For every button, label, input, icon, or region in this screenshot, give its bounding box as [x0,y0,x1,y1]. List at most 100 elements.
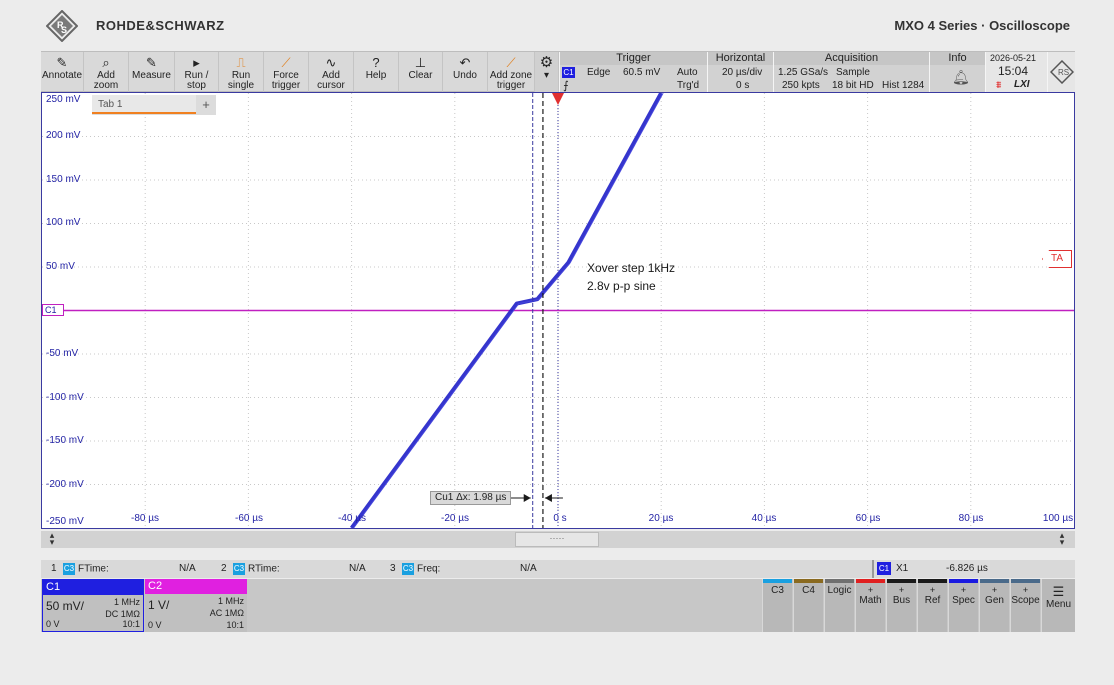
force-trigger-button[interactable]: ⟋ Force trigger [264,52,309,92]
trigger-source: C1 [562,67,575,78]
add-cursor-button[interactable]: ∿ Add cursor [309,52,354,92]
undo-icon: ↶ [459,55,471,70]
y-tick-label: -150 mV [46,435,84,446]
y-tick-label: -100 mV [46,392,84,403]
scroll-up-down-icon[interactable]: ▴ ▾ [47,531,57,547]
meas-2-name: RTime: [248,563,280,575]
c3-button[interactable]: C3 [762,579,792,632]
meas-3-name: Freq: [417,563,441,575]
info-panel[interactable]: Info 🔔︎ [929,52,985,92]
y-tick-label: 100 mV [46,217,81,228]
cursor-delta-arrowhead-left [523,494,531,502]
x-tick-label: 60 µs [855,513,881,524]
acq-record-length: 250 kpts [782,80,820,91]
x-tick-label: 20 µs [648,513,674,524]
horizontal-panel[interactable]: Horizontal 20 µs/div 0 s [707,52,773,92]
channel-1-offset-marker[interactable]: C1 [42,304,64,316]
x-tick-label: 0 s [553,513,567,524]
x1-source: C1 [877,562,891,575]
acq-mode: Sample [836,67,870,78]
logic-button[interactable]: Logic [824,579,854,632]
menu-button[interactable]: ☰ Menu [1041,579,1075,632]
meas-1[interactable]: C3 FTime: [63,563,109,575]
gen-button[interactable]: + Gen [979,579,1009,632]
undo-button[interactable]: ↶ Undo [443,52,488,92]
bell-icon: 🔔︎ [952,69,970,85]
channel-2-scale: 1 V/ [148,598,170,612]
brand-name: ROHDE&SCHWARZ [96,18,225,33]
clock-panel: 2026-05-21 15:04 ⩩ LXI [985,52,1047,92]
acq-resolution: 18 bit HD [832,80,874,91]
measure-button[interactable]: ✎ Measure [129,52,175,92]
clear-button[interactable]: ⊥ Clear [399,52,443,92]
date: 2026-05-21 [990,53,1037,63]
add-tab-button[interactable]: + [196,95,216,115]
run-stop-button[interactable]: ▸ Run / stop [175,52,219,92]
c4-button[interactable]: C4 [793,579,823,632]
x-tick-label: -80 µs [131,513,159,524]
scroll-up-down-icon[interactable]: ▴ ▾ [1057,531,1067,547]
waveform-plot[interactable]: Tab 1 + 250 mV 200 mV 150 mV 100 mV 50 m… [41,92,1075,529]
rising-edge-icon: ⨍ [563,80,569,92]
play-icon: ▸ [193,55,200,70]
note-line-2: 2.8v p-p sine [587,279,656,293]
info-title: Info [930,52,985,65]
trigger-status: Trg'd [677,80,700,91]
add-zone-trigger-button[interactable]: ⟋ Add zone trigger [488,52,535,92]
cursor-wave-icon: ∿ [325,55,337,70]
help-button[interactable]: ? Help [354,52,399,92]
ruler-icon: ✎ [146,55,157,70]
meas-3[interactable]: C3 Freq: [402,563,440,575]
y-tick-label: -50 mV [46,348,79,359]
channel-2-bandwidth: 1 MHz [217,596,244,606]
ref-button[interactable]: + Ref [917,579,947,632]
channel-1-box[interactable]: C1 50 mV/ 1 MHz DC 1MΩ 0 V 10:1 [42,579,144,632]
meas-2[interactable]: C3 RTime: [233,563,280,575]
channel-2-name: C2 [145,579,247,594]
cursor-delta-arrowhead-right [544,494,552,502]
cursor-x1-readout[interactable]: C1 X1 -6.826 µs [872,560,990,578]
diamond-logo-icon: RS [1050,60,1074,84]
time: 15:04 [998,64,1029,78]
trigger-level: 60.5 mV [623,67,661,78]
run-single-button[interactable]: ⎍ Run single [219,52,264,92]
bus-button[interactable]: + Bus [886,579,916,632]
scrollbar-thumb[interactable]: ····· [515,532,599,547]
add-zoom-label: Add zoom [93,70,119,91]
cursor-delta-label[interactable]: Cu1 Δx: 1.98 µs [430,491,512,505]
meas-2-source: C3 [233,563,245,575]
y-tick-label: 250 mV [46,94,81,105]
y-tick-label: 150 mV [46,174,81,185]
acquisition-panel[interactable]: Acquisition 1.25 GSa/s Sample 250 kpts 1… [773,52,929,92]
svg-text:S: S [61,25,67,35]
help-label: Help [365,70,387,81]
note-line-1: Xover step 1kHz [587,261,676,275]
pencil-icon: ✎ [56,55,68,70]
settings-button[interactable]: ⚙ ▾ [535,52,559,92]
measure-label: Measure [132,70,171,81]
annotation-note[interactable]: Xover step 1kHz 2.8v p-p sine [587,259,675,295]
acq-hist: Hist 1284 [882,80,925,91]
rs-corner-logo: RS [1047,52,1075,92]
trigger-panel[interactable]: Trigger C1 Edge 60.5 mV Auto ⨍ Trg'd [559,52,707,92]
add-zoom-button[interactable]: ⌕ Add zoom [84,52,129,92]
x-tick-label: -60 µs [235,513,263,524]
y-tick-label: 200 mV [46,130,81,141]
channel-2-box[interactable]: C2 1 V/ 1 MHz AC 1MΩ 0 V 10:1 [145,579,247,632]
waveform-svg[interactable] [42,93,1074,528]
x1-label: X1 [896,563,909,574]
meas-3-source: C3 [402,563,414,575]
horizontal-scrollbar[interactable]: ▴ ▾ ····· ▴ ▾ [41,531,1075,548]
meas-1-index: 1 [51,563,57,574]
spec-button[interactable]: + Spec [948,579,978,632]
scope-button[interactable]: + Scope [1010,579,1040,632]
acq-sample-rate: 1.25 GSa/s [778,67,829,78]
add-cursor-label: Add cursor [317,70,345,91]
channel-1-bandwidth: 1 MHz [113,597,140,607]
annotate-button[interactable]: ✎ Annotate [41,52,84,92]
channel-1-scale: 50 mV/ [46,599,85,613]
x-tick-label: -40 µs [338,513,366,524]
undo-label: Undo [453,70,477,81]
math-button[interactable]: + Math [855,579,885,632]
tab-1[interactable]: Tab 1 [92,95,196,114]
